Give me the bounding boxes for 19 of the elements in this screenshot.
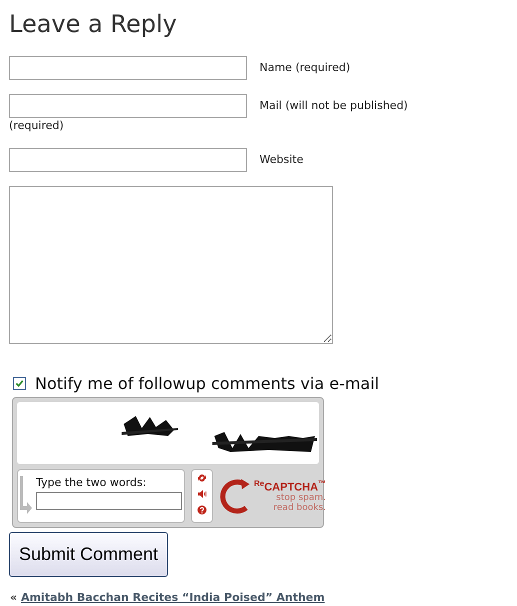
logo-text: $^{Re}$CAPTCHA$^{™}$ [254,478,326,494]
back-marker: « [10,591,18,604]
comment-field[interactable] [9,186,333,344]
logo-tagline: stop spam. read books. [272,493,326,514]
field-note: (required) [9,119,64,132]
field-label: Name (required) [260,61,350,74]
arrow-icon [20,476,32,516]
submit-button[interactable]: Submit Comment [9,532,168,577]
input-field[interactable] [9,148,247,172]
input-field[interactable] [9,56,247,80]
heading: Leave a Reply [9,9,178,40]
field-label: Mail (will not be published) [260,99,408,112]
checkbox[interactable] [13,377,26,390]
captcha-field[interactable] [36,492,182,510]
input-field[interactable] [9,94,247,118]
captcha-prompt: Type the two words: [36,476,148,489]
previous-post-link[interactable]: Amitabh Bacchan Recites “India Poised” Anthem [20,591,325,604]
notify-label: Notify me of followup comments via e-mail [35,374,380,393]
field-label: Website [260,153,304,166]
